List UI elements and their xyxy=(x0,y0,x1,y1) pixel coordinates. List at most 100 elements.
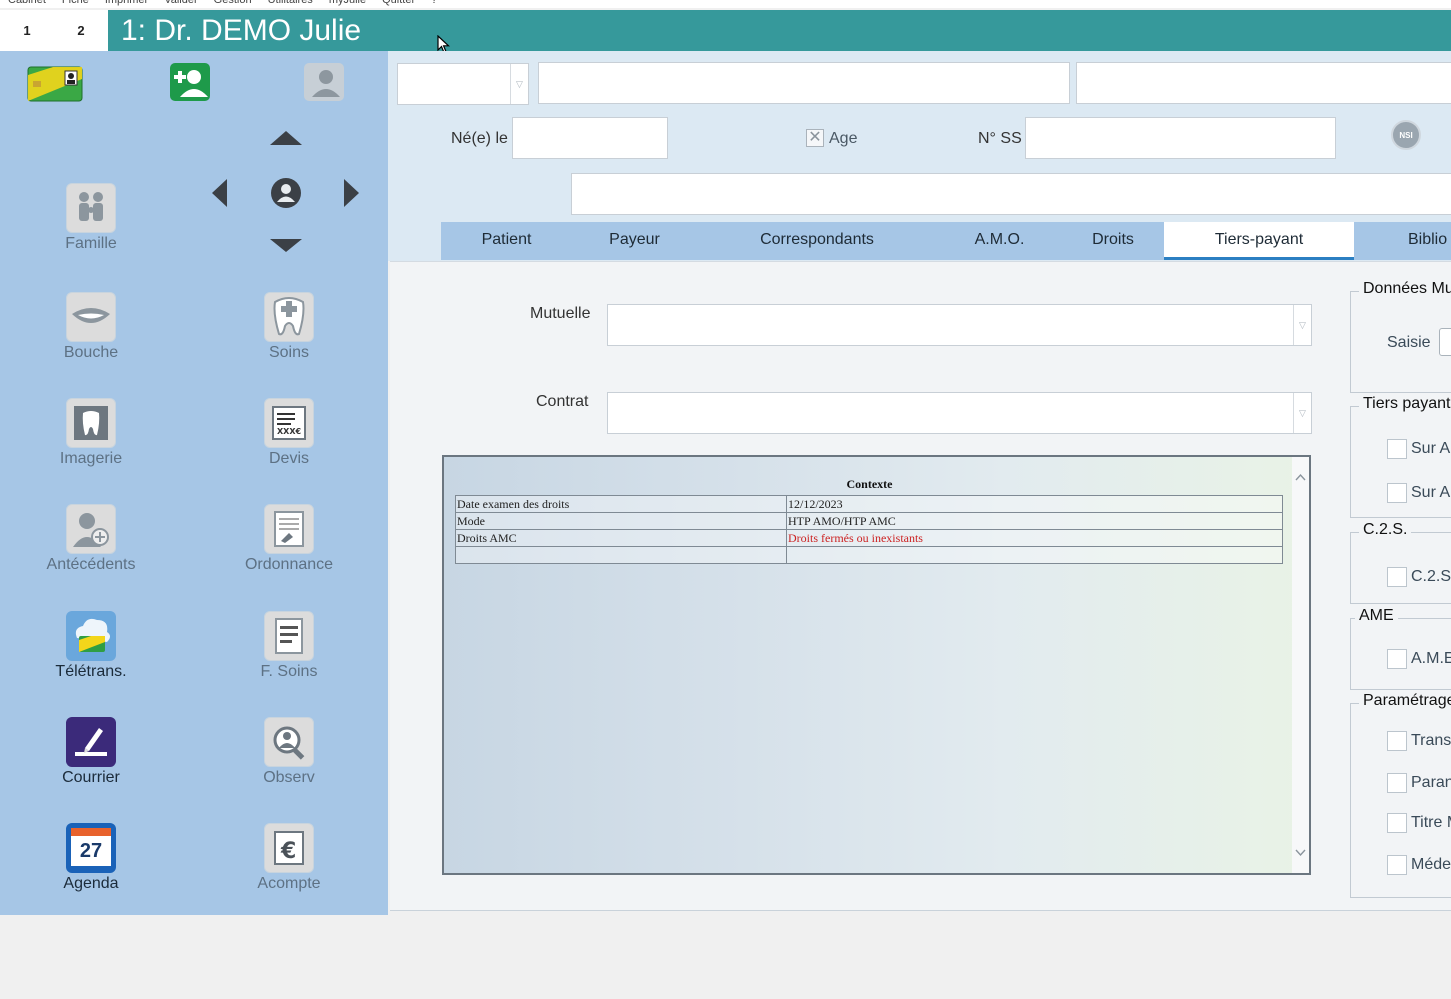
menu-gestion[interactable]: Gestion xyxy=(206,0,260,8)
ame-label: A.M.E xyxy=(1411,650,1451,667)
contrat-select[interactable]: ▽ xyxy=(607,392,1312,434)
sur-amo-label: Sur A xyxy=(1411,440,1451,457)
nav-left-icon[interactable] xyxy=(212,179,227,207)
chevron-down-icon[interactable]: ▽ xyxy=(510,64,528,104)
trans-checkbox[interactable] xyxy=(1387,731,1407,751)
row-value: HTP AMO/HTP AMC xyxy=(786,512,1283,530)
patient-card-icon[interactable] xyxy=(294,61,354,105)
svg-text:XXX€: XXX€ xyxy=(277,427,302,436)
patient-title: 1: Dr. DEMO Julie xyxy=(108,10,1451,51)
tab-droits[interactable]: Droits xyxy=(1062,222,1164,260)
row-value-warning: Droits fermés ou inexistants xyxy=(786,529,1283,547)
courrier-button[interactable]: Courrier xyxy=(11,717,171,797)
menu-cabinet[interactable]: Cabinet xyxy=(0,0,54,8)
svg-text:€: € xyxy=(280,839,296,864)
table-row: Mode HTP AMO/HTP AMC xyxy=(455,512,1283,530)
medecin-checkbox[interactable] xyxy=(1387,855,1407,875)
sur-amo-checkbox[interactable] xyxy=(1387,439,1407,459)
medecin-label: Méde xyxy=(1411,856,1451,873)
tab-correspondants[interactable]: Correspondants xyxy=(697,222,937,260)
nav-right-icon[interactable] xyxy=(344,179,359,207)
add-patient-icon[interactable] xyxy=(160,61,220,105)
context-viewer[interactable]: Contexte Date examen des droits 12/12/20… xyxy=(442,455,1311,875)
mutuelle-select[interactable]: ▽ xyxy=(607,304,1312,346)
sidebar: Famille Bouche Soins Imagerie XXX€ Devis… xyxy=(0,51,388,915)
vitale-card-icon[interactable] xyxy=(25,61,85,105)
sur-amc-checkbox[interactable] xyxy=(1387,483,1407,503)
feuille-soins-button[interactable]: F. Soins xyxy=(209,611,369,691)
menu-help[interactable]: ? xyxy=(423,0,445,8)
titre-checkbox[interactable] xyxy=(1387,813,1407,833)
lastname-field[interactable] xyxy=(538,62,1070,104)
tab-tiers-payant[interactable]: Tiers-payant xyxy=(1164,222,1354,260)
trans-label: Trans xyxy=(1411,732,1451,749)
devis-button[interactable]: XXX€ Devis xyxy=(209,398,369,478)
row-label: Mode xyxy=(455,512,787,530)
address-field[interactable] xyxy=(571,173,1451,215)
row-value xyxy=(786,546,1283,564)
agenda-button[interactable]: 27 Agenda xyxy=(11,823,171,903)
saisie-button[interactable] xyxy=(1439,328,1451,356)
table-row: Droits AMC Droits fermés ou inexistants xyxy=(455,529,1283,547)
window-tab-2[interactable]: 2 xyxy=(54,10,108,51)
patient-center-icon[interactable] xyxy=(270,177,302,209)
quote-icon: XXX€ xyxy=(264,398,314,448)
calendar-icon: 27 xyxy=(66,823,116,873)
birthdate-field[interactable] xyxy=(512,117,668,159)
menu-utilitaires[interactable]: Utilitaires xyxy=(260,0,321,8)
ordonnance-button[interactable]: Ordonnance xyxy=(209,504,369,584)
table-row xyxy=(455,546,1283,564)
saisie-label: Saisie xyxy=(1387,334,1431,351)
chevron-down-icon[interactable]: ▽ xyxy=(1293,393,1311,433)
nav-down-icon[interactable] xyxy=(270,239,302,252)
menu-quitter[interactable]: Quitter xyxy=(374,0,423,8)
tooth-plus-icon xyxy=(264,292,314,342)
observ-button[interactable]: Observ xyxy=(209,717,369,797)
context-table: Date examen des droits 12/12/2023 Mode H… xyxy=(455,495,1283,564)
care-sheet-icon xyxy=(264,611,314,661)
famille-button[interactable]: Famille xyxy=(11,183,171,263)
ss-number-field[interactable] xyxy=(1025,117,1336,159)
nav-up-icon[interactable] xyxy=(270,131,302,145)
param-checkbox[interactable] xyxy=(1387,773,1407,793)
tab-amo[interactable]: A.M.O. xyxy=(937,222,1062,260)
acompte-button[interactable]: € Acompte xyxy=(209,823,369,903)
menu-fiche[interactable]: Fiche xyxy=(54,0,97,8)
tab-biblio[interactable]: Biblio xyxy=(1354,222,1451,260)
window-tab-1[interactable]: 1 xyxy=(0,10,54,51)
param-label: Paran xyxy=(1411,774,1451,791)
chevron-down-icon[interactable]: ▽ xyxy=(1293,305,1311,345)
civility-select[interactable]: ▽ xyxy=(397,63,529,105)
c2s-label: C.2.S xyxy=(1411,568,1451,585)
row-label: Date examen des droits xyxy=(455,495,787,513)
scroll-up-icon[interactable] xyxy=(1295,473,1306,481)
mutuelle-label: Mutuelle xyxy=(530,305,591,322)
row-value: 12/12/2023 xyxy=(786,495,1283,513)
teletrans-button[interactable]: Télétrans. xyxy=(11,611,171,691)
tab-patient[interactable]: Patient xyxy=(441,222,572,260)
ame-checkbox[interactable] xyxy=(1387,649,1407,669)
age-checkbox[interactable]: ✕ xyxy=(806,129,824,147)
soins-button[interactable]: Soins xyxy=(209,292,369,372)
prescription-icon xyxy=(264,504,314,554)
birthdate-label: Né(e) le xyxy=(451,130,508,147)
firstname-field[interactable] xyxy=(1076,62,1451,104)
mouth-icon xyxy=(66,292,116,342)
menu-imprimer[interactable]: Imprimer xyxy=(97,0,156,8)
context-title: Contexte xyxy=(846,477,893,491)
bouche-button[interactable]: Bouche xyxy=(11,292,171,372)
menu-valider[interactable]: Valider xyxy=(156,0,205,8)
euro-icon: € xyxy=(264,823,314,873)
teletrans-cloud-icon xyxy=(66,611,116,661)
c2s-checkbox[interactable] xyxy=(1387,567,1407,587)
app-window: Cabinet Fiche Imprimer Valider Gestion U… xyxy=(0,0,1451,999)
vertical-scrollbar[interactable] xyxy=(1292,457,1309,873)
imagerie-button[interactable]: Imagerie xyxy=(11,398,171,478)
ss-label: N° SS xyxy=(978,130,1022,147)
nsi-icon[interactable]: NSI xyxy=(1391,120,1421,150)
antecedents-button[interactable]: Antécédents xyxy=(11,504,171,584)
tab-payeur[interactable]: Payeur xyxy=(572,222,697,260)
scroll-down-icon[interactable] xyxy=(1295,849,1306,857)
menu-myjulie[interactable]: myJulie xyxy=(321,0,374,8)
observation-icon xyxy=(264,717,314,767)
